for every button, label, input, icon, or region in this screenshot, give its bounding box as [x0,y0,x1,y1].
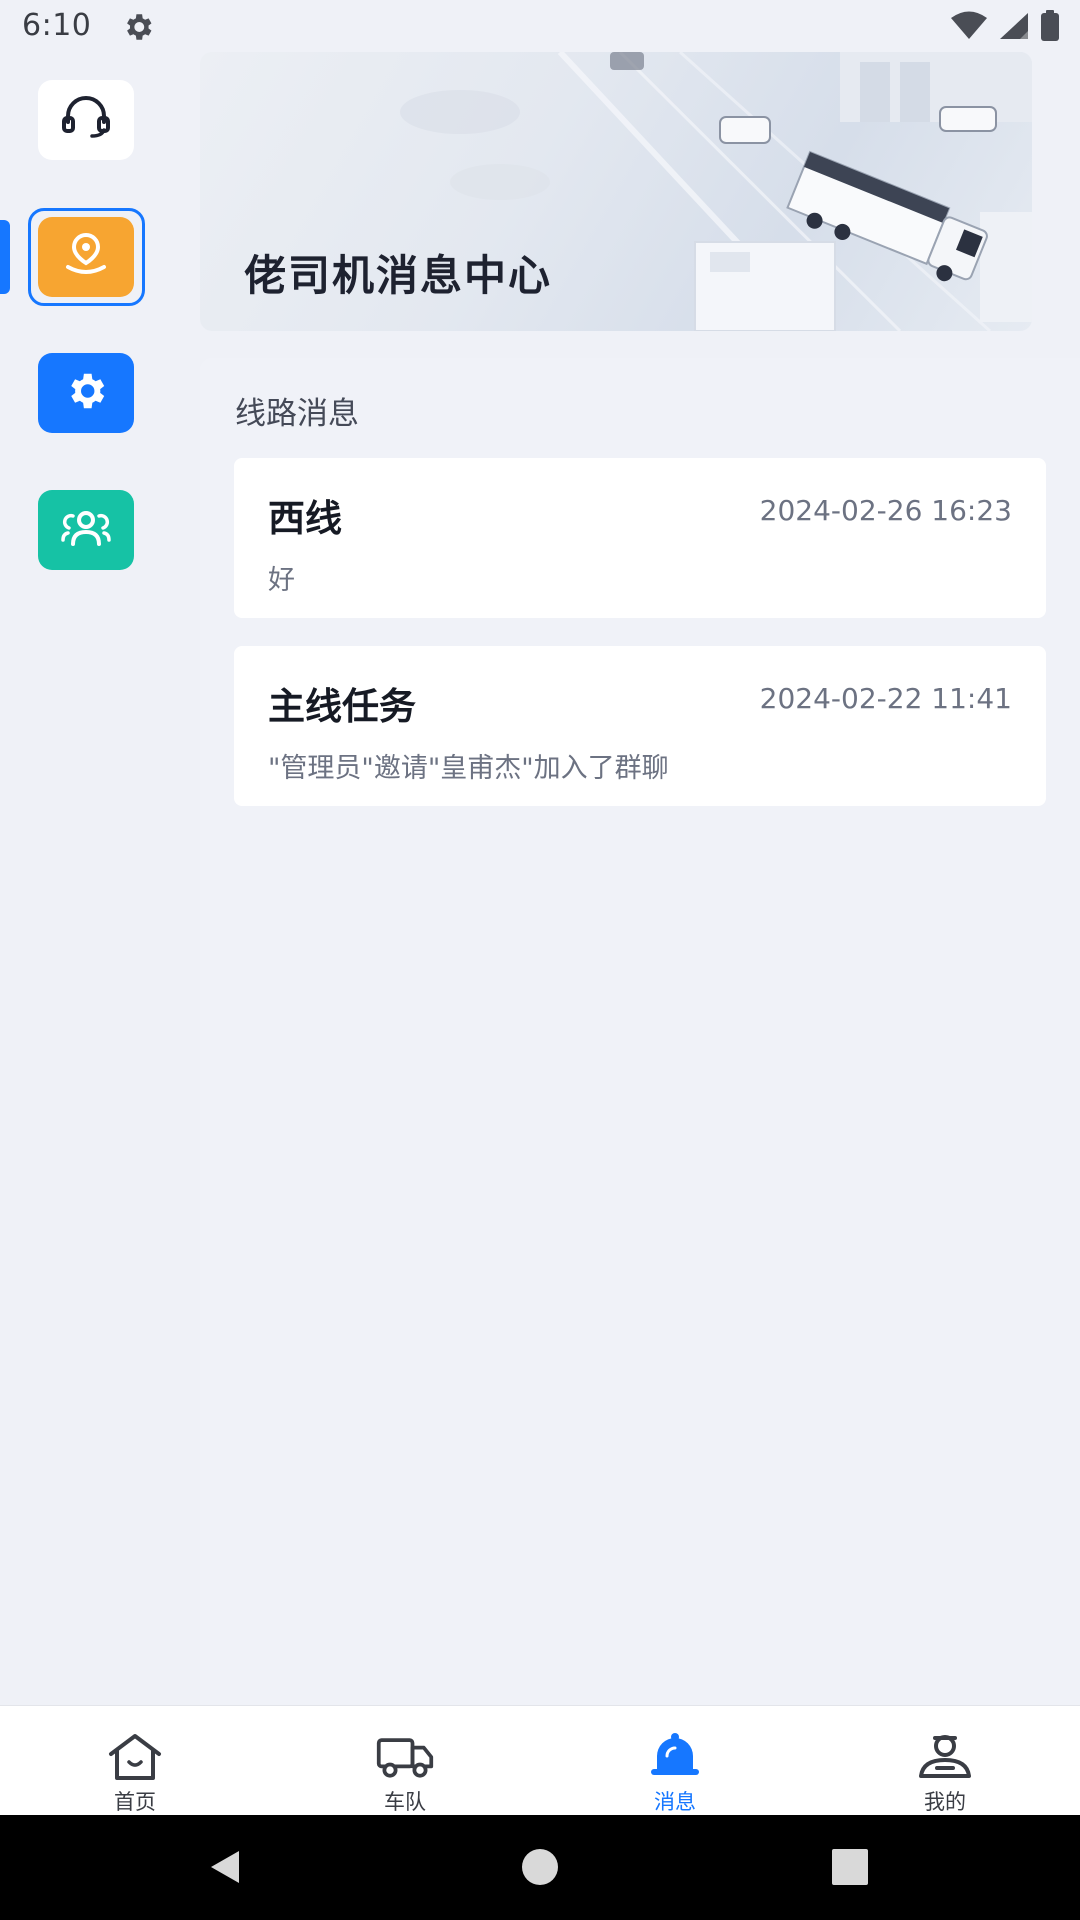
banner-title: 佬司机消息中心 [244,251,553,300]
status-bar: 6:10 [0,0,1080,50]
bell-icon [645,1731,705,1782]
gear-icon [63,368,109,418]
tab-label: 车队 [384,1790,426,1814]
tab-home[interactable]: 首页 [35,1706,235,1816]
battery-icon [1040,10,1060,42]
recent-square-icon [830,1847,870,1891]
tab-label: 首页 [114,1790,156,1814]
message-time: 2024-02-26 16:23 [759,494,1012,527]
message-card[interactable]: 主线任务 2024-02-22 11:41 "管理员"邀请"皇甫杰"加入了群聊 [234,646,1046,806]
cell-signal-icon [998,11,1030,41]
sidebar-item-team[interactable] [38,490,134,570]
message-card[interactable]: 西线 2024-02-26 16:23 好 [234,458,1046,618]
home-button[interactable] [510,1845,570,1893]
tab-messages[interactable]: 消息 [575,1706,775,1816]
profile-icon [915,1731,975,1782]
location-pin-icon [61,231,111,283]
home-circle-icon [520,1847,560,1891]
recent-apps-button[interactable] [820,1845,880,1893]
message-title: 主线任务 [268,685,416,728]
system-navigation-bar [0,1815,1080,1920]
message-time: 2024-02-22 11:41 [759,682,1012,715]
message-title: 西线 [268,497,342,540]
left-sidebar [0,50,180,1705]
tab-profile[interactable]: 我的 [845,1706,1045,1816]
message-center-banner: 佬司机消息中心 [200,52,1032,331]
back-triangle-icon [205,1847,245,1891]
settings-gear-icon [121,10,155,44]
message-preview: "管理员"邀请"皇甫杰"加入了群聊 [268,753,669,784]
section-title: 线路消息 [235,396,359,432]
status-time: 6:10 [22,8,92,43]
truck-icon [375,1731,435,1782]
tab-label: 消息 [654,1790,696,1814]
message-preview: 好 [268,565,295,596]
back-button[interactable] [195,1845,255,1893]
tab-label: 我的 [924,1790,966,1814]
sidebar-item-location[interactable] [38,217,134,297]
group-icon [59,506,113,554]
headset-icon [60,96,112,144]
home-icon [105,1731,165,1782]
bottom-tab-bar: 首页 车队 消息 我的 [0,1705,1080,1815]
tab-fleet[interactable]: 车队 [305,1706,505,1816]
sidebar-item-settings[interactable] [38,353,134,433]
sidebar-item-support[interactable] [38,80,134,160]
wifi-icon [950,11,988,41]
active-indicator [0,220,10,294]
message-panel: 线路消息 西线 2024-02-26 16:23 好 主线任务 2024-02-… [200,358,1080,1705]
